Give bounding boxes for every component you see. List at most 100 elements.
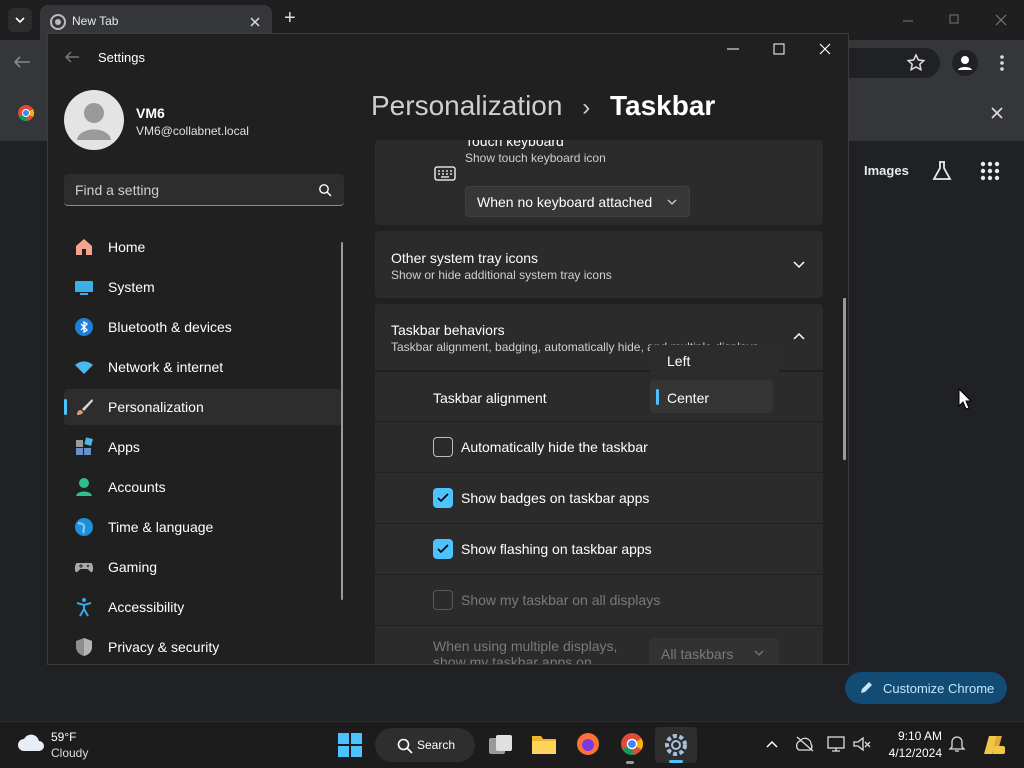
auto-hide-checkbox[interactable] xyxy=(433,437,453,457)
nav-item-home[interactable]: Home xyxy=(64,229,342,265)
nav-label: Gaming xyxy=(108,559,158,575)
file-explorer-icon[interactable] xyxy=(531,733,557,755)
settings-gear-icon xyxy=(665,734,687,756)
apps-grid-icon[interactable] xyxy=(980,161,1000,181)
close-browser-icon[interactable] xyxy=(993,12,1009,28)
option-label: Center xyxy=(667,390,710,406)
nav-item-accessibility[interactable]: Accessibility xyxy=(64,589,342,625)
settings-close-icon[interactable] xyxy=(818,42,832,56)
nav-scrollbar[interactable] xyxy=(341,242,343,600)
home-icon xyxy=(76,239,92,255)
tab-search-button[interactable] xyxy=(8,8,32,32)
back-arrow-icon[interactable] xyxy=(12,54,32,70)
content-scrollbar[interactable] xyxy=(843,298,846,460)
chevron-down-icon[interactable] xyxy=(792,259,806,271)
search-icon xyxy=(397,738,413,754)
wifi-icon xyxy=(75,361,93,374)
search-box[interactable]: Find a setting xyxy=(64,174,344,206)
restore-icon[interactable] xyxy=(946,12,962,28)
alignment-option-center[interactable]: Center xyxy=(650,380,773,413)
settings-back-icon[interactable] xyxy=(64,50,80,64)
star-icon[interactable] xyxy=(906,53,926,73)
account-icon xyxy=(76,478,92,496)
touch-keyboard-value: When no keyboard attached xyxy=(477,194,653,210)
other-tray-subtitle: Show or hide additional system tray icon… xyxy=(391,268,612,282)
other-tray-title: Other system tray icons xyxy=(391,250,539,266)
nav-label: System xyxy=(108,279,155,295)
nav-item-system[interactable]: System xyxy=(64,269,342,305)
bluetooth-icon xyxy=(75,318,93,336)
auto-hide-label: Automatically hide the taskbar xyxy=(461,439,648,455)
display-icon[interactable] xyxy=(827,735,847,753)
behaviors-title: Taskbar behaviors xyxy=(391,322,505,338)
nav-label: Time & language xyxy=(108,519,214,535)
breadcrumb-parent[interactable]: Personalization xyxy=(371,90,562,121)
speaker-muted-icon[interactable] xyxy=(852,735,872,753)
clock-time[interactable]: 9:10 AM xyxy=(896,729,942,743)
nav-label: Privacy & security xyxy=(108,639,220,655)
breadcrumb-separator: › xyxy=(582,94,591,121)
network-offline-icon[interactable] xyxy=(795,736,815,752)
taskbar-search-label: Search xyxy=(417,738,456,752)
cloudy-weather-icon xyxy=(18,734,44,751)
touch-keyboard-dropdown[interactable]: When no keyboard attached xyxy=(465,186,690,217)
close-banner-icon[interactable] xyxy=(988,104,1006,122)
task-view-icon[interactable] xyxy=(488,733,514,757)
nav-item-time-language[interactable]: Time & language xyxy=(64,509,342,545)
new-tab-button[interactable]: + xyxy=(284,7,296,30)
minimize-icon[interactable] xyxy=(900,13,916,29)
firefox-icon[interactable] xyxy=(576,732,600,756)
nav-label: Personalization xyxy=(108,399,204,415)
multi-display-label-1: When using multiple displays, xyxy=(433,638,618,654)
nav-item-network[interactable]: Network & internet xyxy=(64,349,342,385)
chevron-up-icon[interactable] xyxy=(765,738,779,750)
chevron-down-icon xyxy=(667,199,677,205)
settings-maximize-icon[interactable] xyxy=(772,42,786,56)
search-icon xyxy=(319,184,332,197)
copilot-icon[interactable] xyxy=(980,732,1006,756)
nav-label: Network & internet xyxy=(108,359,224,375)
search-input[interactable]: Find a setting xyxy=(75,182,159,198)
labs-flask-icon[interactable] xyxy=(931,160,953,182)
nav-item-gaming[interactable]: Gaming xyxy=(64,549,342,585)
alignment-option-left[interactable]: Left xyxy=(650,345,779,375)
option-label: Left xyxy=(667,353,691,369)
kebab-menu-icon[interactable] xyxy=(994,53,1010,73)
chevron-up-icon[interactable] xyxy=(792,331,806,343)
notification-bell-icon[interactable] xyxy=(948,735,966,753)
apps-icon xyxy=(76,437,93,455)
nav-item-personalization[interactable]: Personalization xyxy=(64,389,342,425)
taskbar-search-button[interactable]: Search xyxy=(375,728,475,762)
touch-keyboard-subtitle: Show touch keyboard icon xyxy=(465,151,606,165)
nav-item-accounts[interactable]: Accounts xyxy=(64,469,342,505)
badges-checkbox[interactable] xyxy=(433,488,453,508)
close-tab-icon[interactable] xyxy=(247,14,263,30)
nav-item-apps[interactable]: Apps xyxy=(64,429,342,465)
weather-temp[interactable]: 59°F xyxy=(51,730,76,744)
settings-minimize-icon[interactable] xyxy=(726,42,740,56)
nav-item-bluetooth[interactable]: Bluetooth & devices xyxy=(64,309,342,345)
settings-taskbar-button[interactable] xyxy=(655,727,697,763)
chrome-logo-icon xyxy=(18,105,35,122)
pencil-icon xyxy=(861,682,872,693)
breadcrumb: Personalization › Taskbar xyxy=(371,90,715,130)
customize-chrome-button[interactable]: Customize Chrome xyxy=(845,672,1007,704)
checkmark-icon xyxy=(437,544,449,554)
multi-display-label-clip: When using multiple displays, show my ta… xyxy=(433,638,643,664)
flashing-checkbox[interactable] xyxy=(433,539,453,559)
clock-date[interactable]: 4/12/2024 xyxy=(880,746,942,760)
profile-button[interactable] xyxy=(952,50,978,76)
nav-item-privacy[interactable]: Privacy & security xyxy=(64,629,342,665)
mouse-cursor-icon xyxy=(958,388,972,410)
windows-start-icon[interactable] xyxy=(338,733,362,757)
chrome-icon[interactable] xyxy=(620,732,644,756)
badges-label: Show badges on taskbar apps xyxy=(461,490,650,506)
weather-condition[interactable]: Cloudy xyxy=(51,746,88,760)
images-link[interactable]: Images xyxy=(864,163,909,178)
flashing-label: Show flashing on taskbar apps xyxy=(461,541,652,557)
avatar[interactable] xyxy=(64,90,124,150)
nav-label: Apps xyxy=(108,439,140,455)
selection-indicator xyxy=(64,399,67,415)
user-name: VM6 xyxy=(136,105,165,121)
nav-label: Home xyxy=(108,239,146,255)
